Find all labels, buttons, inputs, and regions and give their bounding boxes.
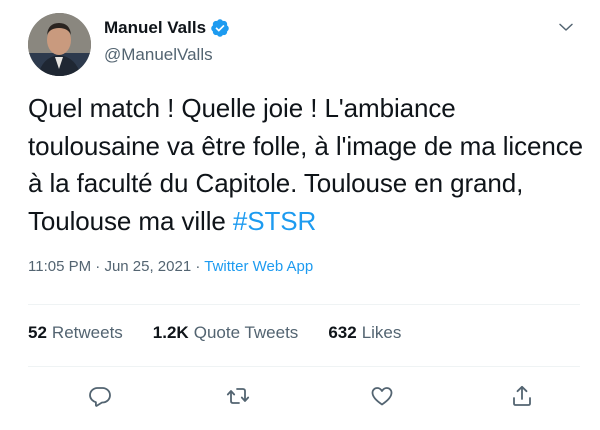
meta-separator-2: · xyxy=(195,258,201,275)
divider xyxy=(28,304,580,305)
tweet-time[interactable]: 11:05 PM xyxy=(28,258,91,275)
share-icon[interactable] xyxy=(508,382,536,410)
likes-label: Likes xyxy=(361,323,402,342)
author-display-name[interactable]: Manuel Valls xyxy=(104,18,206,38)
tweet-stats: 52 Retweets 1.2K Quote Tweets 632 Likes xyxy=(28,323,401,343)
author-names: Manuel Valls @ManuelValls xyxy=(104,15,230,65)
meta-separator: · xyxy=(95,258,101,275)
chevron-down-icon[interactable] xyxy=(552,13,580,41)
tweet-source-link[interactable]: Twitter Web App xyxy=(204,258,313,275)
retweets-count: 52 xyxy=(28,323,47,342)
likes-count: 632 xyxy=(328,323,357,342)
quote-tweets-count: 1.2K xyxy=(152,323,189,342)
avatar[interactable] xyxy=(28,13,91,76)
author-handle[interactable]: @ManuelValls xyxy=(104,45,230,65)
heart-icon[interactable] xyxy=(368,382,396,410)
tweet-date[interactable]: Jun 25, 2021 xyxy=(104,258,191,275)
tweet-actions xyxy=(28,372,580,422)
quote-tweets-stat[interactable]: 1.2K Quote Tweets xyxy=(153,323,299,343)
quote-tweets-label: Quote Tweets xyxy=(193,323,299,342)
tweet-text: Quel match ! Quelle joie ! L'ambiance to… xyxy=(28,90,584,240)
likes-stat[interactable]: 632 Likes xyxy=(328,323,401,343)
divider xyxy=(28,366,580,367)
reply-icon[interactable] xyxy=(86,382,114,410)
retweets-label: Retweets xyxy=(51,323,123,342)
tweet-meta: 11:05 PM · Jun 25, 2021 · Twitter Web Ap… xyxy=(28,258,313,275)
verified-badge-icon xyxy=(210,18,230,38)
hashtag-link[interactable]: #STSR xyxy=(233,206,316,236)
retweets-stat[interactable]: 52 Retweets xyxy=(28,323,123,343)
retweet-icon[interactable] xyxy=(224,382,252,410)
tweet-card: Manuel Valls @ManuelValls Quel match ! Q… xyxy=(0,0,600,430)
tweet-header: Manuel Valls @ManuelValls xyxy=(28,13,580,77)
